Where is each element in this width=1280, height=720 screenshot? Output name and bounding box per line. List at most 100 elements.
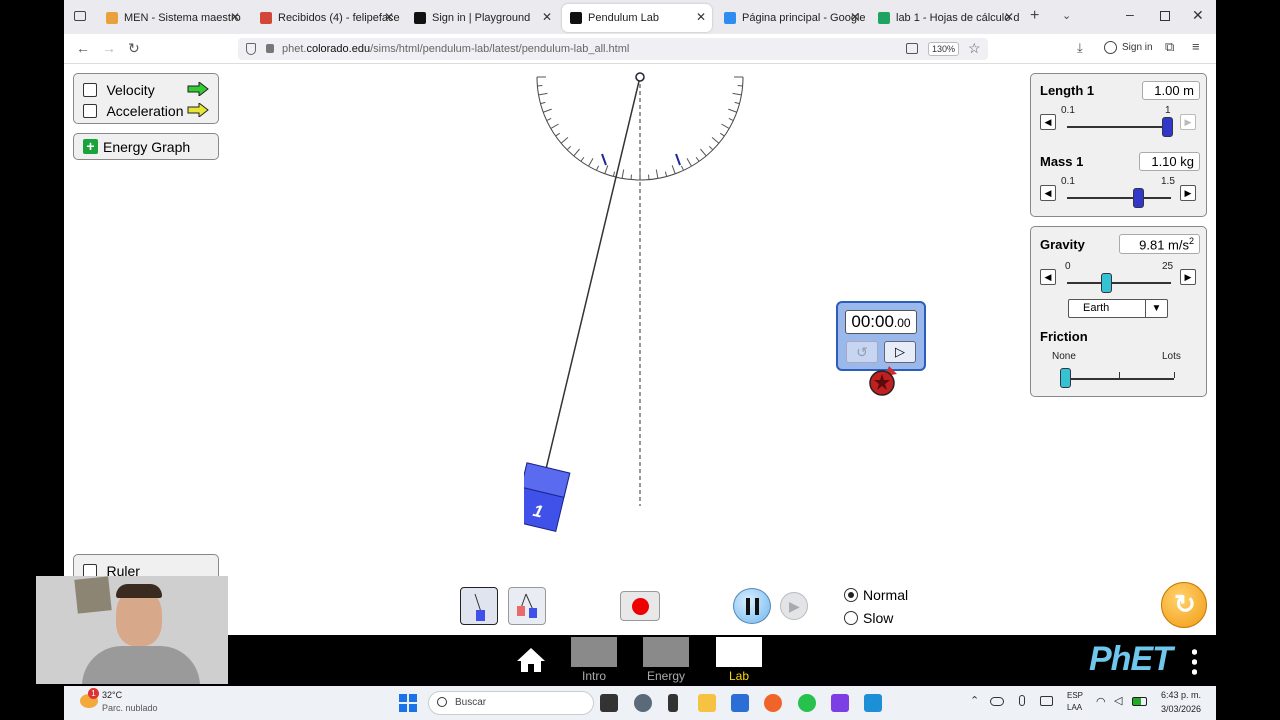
page-save-icon[interactable] [906,43,918,54]
webcam-overlay [36,576,228,684]
back-icon[interactable]: ← [76,40,90,56]
mass-slider-track[interactable] [1067,197,1171,199]
url-field[interactable]: phet. colorado.edu/sims/html/pendulum-lab… [238,38,988,60]
phone-icon[interactable] [668,694,678,712]
nav-intro[interactable]: Intro [566,635,622,683]
tab-list-icon[interactable] [74,11,86,21]
dropdown-arrow-icon[interactable]: ▼ [1145,300,1167,317]
mass-decrease-button[interactable]: ◀ [1040,185,1056,201]
protractor-tick [655,169,659,179]
forward-icon[interactable]: → [102,40,116,56]
onedrive-icon[interactable] [990,697,1004,706]
velocity-checkbox-row[interactable]: Velocity [83,81,155,99]
gravity-increase-button[interactable]: ▶ [1180,269,1196,285]
file-explorer-icon[interactable] [698,694,716,712]
length-slider-thumb[interactable] [1162,117,1173,137]
close-tab-icon[interactable]: ✕ [384,10,394,24]
url-prefix: phet. [282,43,307,55]
firefox-icon[interactable] [764,694,782,712]
length-slider-track[interactable] [1067,126,1171,128]
close-window-icon[interactable]: ✕ [1192,7,1204,24]
bookmark-star-icon[interactable]: ☆ [968,40,981,57]
whatsapp-icon[interactable] [798,694,816,712]
language-code[interactable]: ESP [1067,691,1083,700]
task-view-icon[interactable] [600,694,618,712]
stopwatch-reset-button[interactable]: ↺ [846,341,878,363]
tab-google-docs[interactable]: Página principal - Google D ✕ [716,4,866,32]
close-tab-icon[interactable]: ✕ [230,10,240,24]
expand-plus-icon[interactable]: + [83,139,98,154]
windows-start-icon[interactable] [399,694,417,712]
pause-button[interactable] [733,588,771,624]
tray-chevron-icon[interactable]: ⌃ [970,694,979,707]
extensions-icon[interactable]: ⧉ [1165,39,1174,55]
tab-sheets[interactable]: lab 1 - Hojas de cálculo de G ✕ [870,4,1020,32]
nav-energy[interactable]: Energy [638,635,694,683]
energy-graph-panel[interactable]: + Energy Graph [73,133,219,160]
protractor-tick [686,158,692,167]
friction-slider-thumb[interactable] [1060,368,1071,388]
close-tab-icon[interactable]: ✕ [696,10,706,24]
microphone-icon[interactable] [1019,695,1025,706]
two-pendulums-button[interactable] [508,587,546,625]
photos-icon[interactable] [864,694,882,712]
protractor-tick [580,156,585,162]
close-tab-icon[interactable]: ✕ [542,10,552,24]
nav-lab[interactable]: Lab [711,635,767,683]
one-pendulum-button[interactable] [460,587,498,625]
stopwatch-start-button[interactable]: ▷ [884,341,916,363]
acceleration-checkbox[interactable] [83,103,97,118]
pendulum-bob[interactable]: 1 [524,462,571,533]
length-increase-button[interactable]: ▶ [1180,114,1196,130]
gravity-slider-thumb[interactable] [1101,273,1112,293]
tab-men[interactable]: MEN - Sistema maestro ✕ [98,4,246,32]
tab-gmail[interactable]: Recibidos (4) - felipeface4@ ✕ [252,4,400,32]
menu-icon[interactable]: ≡ [1192,39,1200,54]
gravity-decrease-button[interactable]: ◀ [1040,269,1056,285]
mass-increase-button[interactable]: ▶ [1180,185,1196,201]
tab-overflow-chevron-icon[interactable]: ⌄ [1062,9,1071,22]
step-button[interactable]: ▶ [780,592,808,620]
widgets-icon[interactable] [634,694,652,712]
planet-dropdown[interactable]: Earth ▼ [1068,299,1168,318]
friction-slider-track[interactable] [1064,378,1174,380]
reset-all-button[interactable]: ↻ [1161,582,1207,628]
length-max-label: 1 [1165,105,1171,116]
volume-icon[interactable]: ◁ [1114,694,1122,707]
minimize-icon[interactable]: – [1126,6,1134,22]
meet-icon[interactable] [1040,696,1053,706]
reload-icon[interactable]: ↻ [128,40,140,57]
vectors-panel: Velocity Acceleration [73,73,219,124]
close-tab-icon[interactable]: ✕ [850,10,860,24]
account-icon[interactable] [1104,41,1117,54]
tab-playground[interactable]: Sign in | Playground ✕ [406,4,558,32]
stopwatch-display: 00:00.00 [845,310,917,334]
close-tab-icon[interactable]: ✕ [1004,10,1014,24]
clock-time[interactable]: 6:43 p. m. [1161,690,1201,700]
stopwatch[interactable]: 00:00.00 ↺ ▷ [836,301,926,371]
clipchamp-icon[interactable] [831,694,849,712]
new-tab-icon[interactable]: + [1030,7,1039,25]
length-decrease-button[interactable]: ◀ [1040,114,1056,130]
return-pendulum-button[interactable] [620,591,660,621]
store-icon[interactable] [731,694,749,712]
maximize-icon[interactable] [1160,11,1170,21]
phet-menu-icon[interactable] [1192,647,1197,675]
wifi-icon[interactable]: ◠ [1096,695,1106,708]
radio-unselected[interactable] [844,611,858,625]
velocity-checkbox[interactable] [83,82,97,97]
downloads-icon[interactable]: ⤓ [1077,40,1083,56]
mass-slider-thumb[interactable] [1133,188,1144,208]
battery-icon[interactable] [1132,697,1147,706]
zoom-badge[interactable]: 130% [928,42,960,56]
stopwatch-time: 00:00 [851,312,894,331]
home-icon[interactable] [515,646,547,674]
taskbar-search[interactable]: Buscar [428,691,594,715]
acceleration-checkbox-row[interactable]: Acceleration [83,102,184,120]
clock-date[interactable]: 3/03/2026 [1161,704,1201,714]
tab-pendulum-lab[interactable]: Pendulum Lab ✕ [562,4,712,32]
gravity-slider-track[interactable] [1067,282,1171,284]
language-region[interactable]: LAA [1067,703,1082,712]
sign-in-button[interactable]: Sign in [1122,42,1153,53]
phet-logo[interactable]: PhET [1089,640,1173,679]
